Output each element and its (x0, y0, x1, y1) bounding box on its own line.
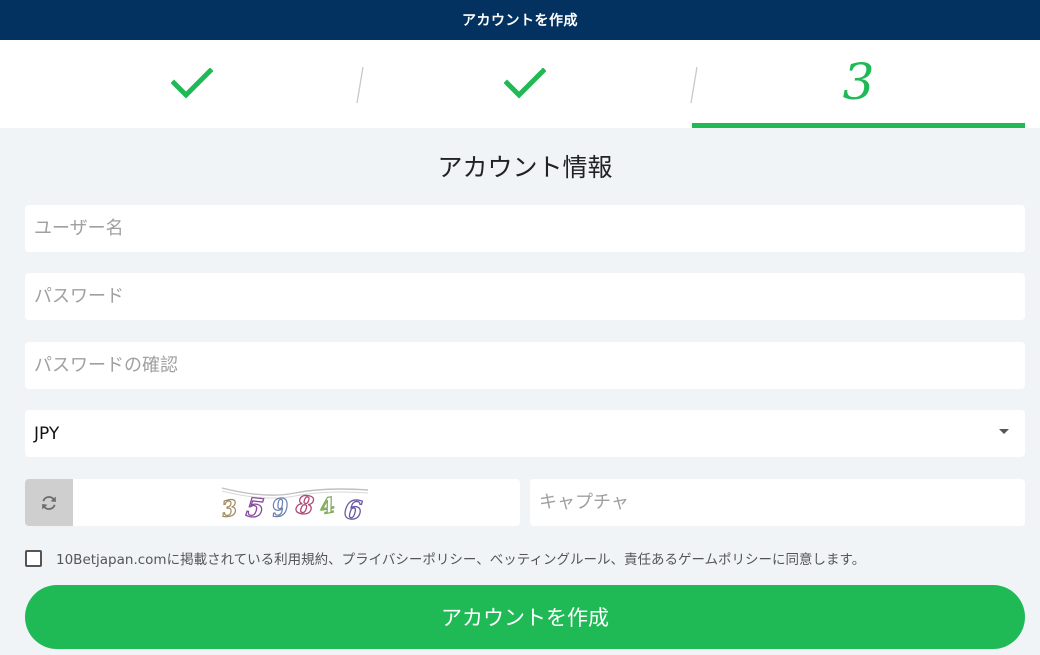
captcha-digit: 5 (244, 493, 265, 524)
captcha-digit: 6 (343, 495, 364, 524)
agreement-text: 10Betjapan.comに掲載されている利用規約、プライバシーポリシー、ベッ… (56, 552, 866, 568)
header-bar: アカウントを作成 (0, 0, 1040, 40)
create-account-button[interactable]: アカウントを作成 (25, 585, 1025, 649)
agreement-row: 10Betjapan.comに掲載されている利用規約、プライバシーポリシー、ベッ… (25, 548, 1025, 568)
step-3-current: 3 (692, 40, 1025, 128)
captcha-box: 3 5 9 8 4 6 (25, 479, 520, 526)
password-input[interactable] (25, 273, 1025, 320)
step-progress: 3 (0, 40, 1040, 128)
captcha-input[interactable] (530, 479, 1025, 526)
active-step-indicator (692, 123, 1025, 128)
checkmark-icon (503, 68, 546, 99)
page-header-title: アカウントを作成 (462, 13, 578, 29)
refresh-icon (42, 495, 56, 510)
captcha-refresh-button[interactable] (25, 479, 73, 526)
step-2-completed (358, 40, 691, 128)
agreement-checkbox[interactable] (25, 549, 42, 567)
captcha-digit: 4 (318, 492, 337, 519)
confirm-password-input[interactable] (25, 342, 1025, 389)
captcha-digit: 8 (293, 490, 315, 521)
captcha-digit: 3 (220, 495, 239, 523)
username-input[interactable] (25, 205, 1025, 252)
step-1-completed (25, 40, 358, 128)
currency-selected-value: JPY (34, 423, 60, 444)
step-number: 3 (842, 53, 875, 111)
currency-select[interactable]: JPY (25, 410, 1025, 457)
captcha-digit: 9 (270, 492, 290, 523)
section-title: アカウント情報 (437, 153, 613, 182)
checkmark-icon (170, 68, 213, 99)
captcha-image: 3 5 9 8 4 6 (220, 487, 369, 524)
dropdown-arrow-icon (999, 429, 1009, 434)
